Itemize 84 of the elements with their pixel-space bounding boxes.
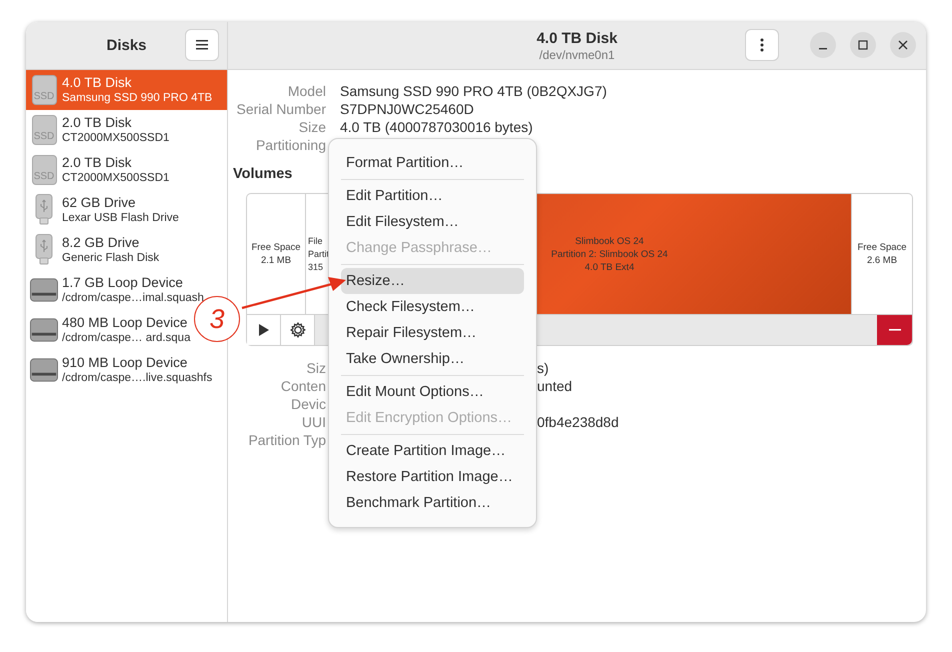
icon-label: SSD: [34, 91, 54, 103]
segment-label: 2.1 MB: [260, 254, 292, 267]
segment-label: File: [308, 234, 323, 248]
maximize-icon: [858, 40, 868, 50]
disk-name[interactable]: 2.0 TB Disk: [62, 114, 170, 131]
usb-drive-icon: [34, 194, 54, 226]
partition-options-button[interactable]: [281, 315, 315, 345]
disk-name[interactable]: 1.7 GB Loop Device: [62, 274, 204, 291]
detail-label: Partition Typ: [247, 431, 326, 449]
hard-drive-icon: [30, 317, 58, 343]
maximize-button[interactable]: [850, 32, 876, 58]
disk-name[interactable]: 62 GB Drive: [62, 194, 179, 211]
section-heading: Volumes: [233, 166, 294, 182]
detail-label: Devic: [290, 395, 326, 413]
detail-value: unted: [537, 377, 574, 395]
segment-label: Partit: [308, 248, 330, 260]
detail-value: 4.0 TB (4000787030016 bytes): [340, 118, 534, 136]
minus-icon: [888, 329, 900, 331]
play-icon: [258, 324, 268, 336]
more-options-icon: [760, 38, 764, 52]
menu-icon: [196, 40, 208, 50]
detail-label: Siz: [306, 359, 326, 377]
disk-description: /cdrom/caspe… ard.squa: [62, 331, 190, 346]
disk-description: CT2000MX500SSD1: [62, 171, 170, 186]
disk-name[interactable]: 2.0 TB Disk: [62, 154, 170, 171]
delete-partition-button[interactable]: [877, 315, 912, 345]
menu-item[interactable]: Benchmark Partition…: [329, 490, 536, 516]
detail-label: UUI: [300, 413, 326, 431]
icon-label: SSD: [34, 131, 54, 143]
minimize-icon: [819, 48, 827, 50]
disk-description: Lexar USB Flash Drive: [62, 211, 179, 226]
segment-label: Slimbook OS 24: [575, 234, 644, 248]
segment-label: Free Space: [857, 241, 907, 254]
usb-drive-icon: [34, 234, 54, 266]
detail-value: 0fb4e238d8d: [537, 413, 620, 431]
segment-label: Free Space: [251, 241, 301, 254]
close-button[interactable]: [890, 32, 916, 58]
detail-label: Size: [298, 118, 326, 136]
disk-list-item[interactable]: 62 GB Drive Lexar USB Flash Drive: [26, 190, 179, 230]
free-space-segment[interactable]: Free Space 2.6 MB: [852, 194, 912, 314]
disk-list-item[interactable]: 480 MB Loop Device /cdrom/caspe… ard.squa: [26, 310, 190, 350]
segment-label: 4.0 TB Ext4: [584, 260, 634, 274]
detail-label: Model: [286, 82, 326, 100]
detail-label: Partitioning: [254, 136, 326, 154]
disk-description: CT2000MX500SSD1: [62, 131, 170, 146]
disk-description: /cdrom/caspe…imal.squash: [62, 291, 204, 306]
segment-label: Partition 2: Slimbook OS 24: [551, 248, 668, 260]
disk-name[interactable]: 480 MB Loop Device: [62, 314, 190, 331]
segment-label: 315: [308, 260, 324, 274]
detail-label: Conten: [280, 377, 326, 395]
detail-label: Serial Number: [236, 100, 326, 118]
disk-list-item[interactable]: 1.7 GB Loop Device /cdrom/caspe…imal.squash: [26, 270, 204, 310]
segment-label: 2.6 MB: [866, 254, 898, 267]
disk-list-item[interactable]: 910 MB Loop Device /cdrom/caspe….live.squashfs: [26, 350, 212, 390]
menu-item[interactable]: Format Partition…: [329, 150, 536, 176]
detail-value: Samsung SSD 990 PRO 4TB (0B2QXJG7): [340, 82, 608, 100]
more-options-button[interactable]: [745, 29, 779, 61]
detail-value: s): [537, 359, 550, 377]
close-icon: [898, 40, 908, 50]
disk-list-item[interactable]: SSD 4.0 TB Disk Samsung SSD 990 PRO 4TB: [26, 70, 227, 110]
disk-list-item[interactable]: SSD 2.0 TB Disk CT2000MX500SSD1: [26, 110, 170, 150]
menu-button[interactable]: [185, 29, 219, 61]
mount-button[interactable]: [247, 315, 281, 345]
window-title: 4.0 TB Disk: [536, 30, 618, 48]
disk-name[interactable]: 910 MB Loop Device: [62, 354, 212, 371]
menu-item[interactable]: Take Ownership…: [329, 346, 536, 372]
menu-item[interactable]: Resize…: [341, 268, 524, 294]
window-subtitle: /dev/nvme0n1: [539, 48, 615, 62]
sidebar-title: Disks: [106, 37, 147, 54]
disk-name[interactable]: 8.2 GB Drive: [62, 234, 160, 251]
hard-drive-icon: [30, 277, 58, 303]
disk-list-item[interactable]: 8.2 GB Drive Generic Flash Disk: [26, 230, 160, 270]
disk-description: Samsung SSD 990 PRO 4TB: [62, 91, 212, 106]
menu-item[interactable]: Create Partition Image…: [329, 438, 536, 464]
disk-description: Generic Flash Disk: [62, 251, 160, 266]
disk-name[interactable]: 4.0 TB Disk: [62, 74, 212, 91]
detail-value: S7DPNJ0WC25460D: [340, 100, 475, 118]
gear-icon: [290, 322, 306, 338]
hard-drive-icon: [30, 357, 58, 383]
menu-item[interactable]: Edit Mount Options…: [329, 379, 536, 405]
disk-description: /cdrom/caspe….live.squashfs: [62, 371, 212, 386]
icon-label: SSD: [34, 171, 54, 183]
disk-list-item[interactable]: SSD 2.0 TB Disk CT2000MX500SSD1: [26, 150, 170, 190]
menu-item[interactable]: Restore Partition Image…: [329, 464, 536, 490]
